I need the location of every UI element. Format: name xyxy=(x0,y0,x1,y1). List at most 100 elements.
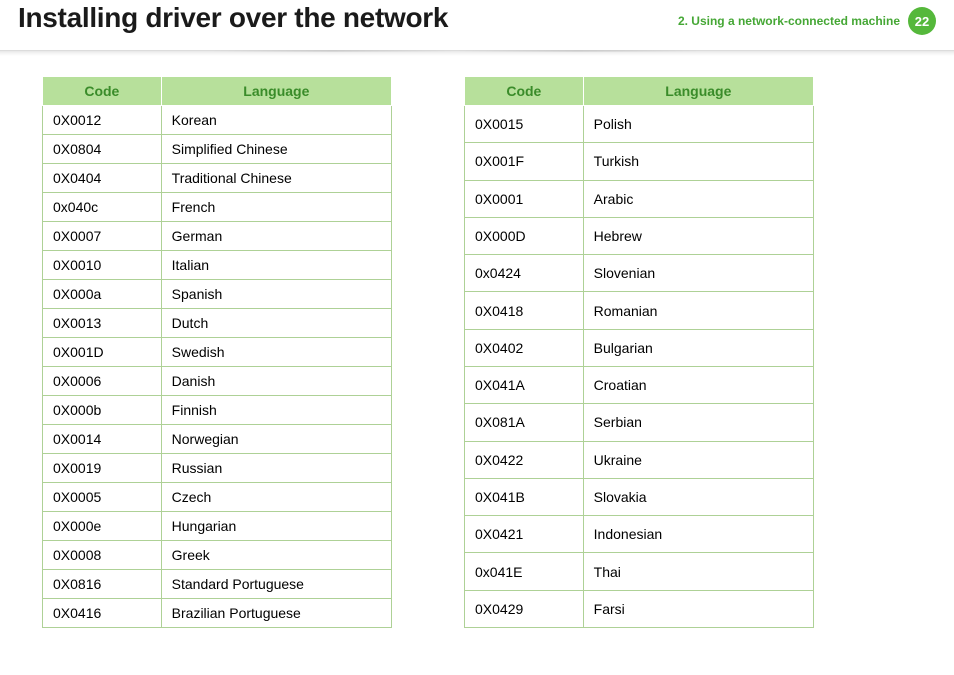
language-cell: Brazilian Portuguese xyxy=(161,599,391,628)
language-cell: Spanish xyxy=(161,280,391,309)
language-cell: Serbian xyxy=(583,404,813,441)
code-cell: 0X0005 xyxy=(43,483,162,512)
table-row: 0X000eHungarian xyxy=(43,512,392,541)
language-cell: Danish xyxy=(161,367,391,396)
table-row: 0X0804Simplified Chinese xyxy=(43,135,392,164)
table-row: 0X0005Czech xyxy=(43,483,392,512)
table-row: 0X001DSwedish xyxy=(43,338,392,367)
code-cell: 0X001F xyxy=(465,143,584,180)
table-row: 0X000aSpanish xyxy=(43,280,392,309)
code-cell: 0X0816 xyxy=(43,570,162,599)
header-separator xyxy=(0,50,954,56)
language-cell: Turkish xyxy=(583,143,813,180)
table-row: 0x0424Slovenian xyxy=(465,255,814,292)
language-cell: Czech xyxy=(161,483,391,512)
language-cell: Farsi xyxy=(583,590,813,627)
column-header-language: Language xyxy=(583,77,813,106)
language-cell: Hungarian xyxy=(161,512,391,541)
table-row: 0X0010Italian xyxy=(43,251,392,280)
table-row: 0X0019Russian xyxy=(43,454,392,483)
language-cell: Italian xyxy=(161,251,391,280)
table-row: 0X0013Dutch xyxy=(43,309,392,338)
language-cell: French xyxy=(161,193,391,222)
language-cell: Norwegian xyxy=(161,425,391,454)
language-code-table-right: Code Language 0X0015Polish0X001FTurkish0… xyxy=(464,76,814,628)
language-cell: Finnish xyxy=(161,396,391,425)
table-row: 0X0429Farsi xyxy=(465,590,814,627)
code-cell: 0X0804 xyxy=(43,135,162,164)
table-row: 0X041ACroatian xyxy=(465,366,814,403)
code-cell: 0X0429 xyxy=(465,590,584,627)
table-row: 0X0422Ukraine xyxy=(465,441,814,478)
page-header: Installing driver over the network 2. Us… xyxy=(0,0,954,50)
code-cell: 0X0013 xyxy=(43,309,162,338)
table-row: 0X0816Standard Portuguese xyxy=(43,570,392,599)
language-cell: Slovenian xyxy=(583,255,813,292)
table-row: 0X0008Greek xyxy=(43,541,392,570)
language-cell: Swedish xyxy=(161,338,391,367)
language-cell: Greek xyxy=(161,541,391,570)
content-area: Code Language 0X0012Korean0X0804Simplifi… xyxy=(0,76,954,628)
table-header-row: Code Language xyxy=(43,77,392,106)
language-cell: Polish xyxy=(583,106,813,143)
code-cell: 0X001D xyxy=(43,338,162,367)
code-cell: 0X0015 xyxy=(465,106,584,143)
table-row: 0X0014Norwegian xyxy=(43,425,392,454)
language-cell: Slovakia xyxy=(583,478,813,515)
language-cell: Ukraine xyxy=(583,441,813,478)
chapter-label: 2. Using a network-connected machine xyxy=(678,14,900,28)
language-cell: Traditional Chinese xyxy=(161,164,391,193)
column-header-language: Language xyxy=(161,77,391,106)
table-row: 0X0006Danish xyxy=(43,367,392,396)
language-cell: Croatian xyxy=(583,366,813,403)
language-cell: Standard Portuguese xyxy=(161,570,391,599)
language-cell: Indonesian xyxy=(583,516,813,553)
code-cell: 0x040c xyxy=(43,193,162,222)
code-cell: 0X041A xyxy=(465,366,584,403)
table-row: 0X0001Arabic xyxy=(465,180,814,217)
table-row: 0X0012Korean xyxy=(43,106,392,135)
language-cell: Thai xyxy=(583,553,813,590)
code-cell: 0X0418 xyxy=(465,292,584,329)
code-cell: 0X000D xyxy=(465,217,584,254)
table-row: 0X081ASerbian xyxy=(465,404,814,441)
code-cell: 0X0001 xyxy=(465,180,584,217)
code-cell: 0X0416 xyxy=(43,599,162,628)
table-row: 0X0402Bulgarian xyxy=(465,329,814,366)
language-cell: Dutch xyxy=(161,309,391,338)
table-row: 0X041BSlovakia xyxy=(465,478,814,515)
code-cell: 0X0012 xyxy=(43,106,162,135)
table-row: 0X0404Traditional Chinese xyxy=(43,164,392,193)
language-cell: Korean xyxy=(161,106,391,135)
table-row: 0X000DHebrew xyxy=(465,217,814,254)
code-cell: 0X041B xyxy=(465,478,584,515)
table-row: 0X0418Romanian xyxy=(465,292,814,329)
code-cell: 0X0404 xyxy=(43,164,162,193)
code-cell: 0X0006 xyxy=(43,367,162,396)
code-cell: 0X0010 xyxy=(43,251,162,280)
language-cell: Simplified Chinese xyxy=(161,135,391,164)
code-cell: 0X000b xyxy=(43,396,162,425)
code-cell: 0X0014 xyxy=(43,425,162,454)
language-cell: Russian xyxy=(161,454,391,483)
code-cell: 0X081A xyxy=(465,404,584,441)
table-row: 0x040cFrench xyxy=(43,193,392,222)
code-cell: 0X0402 xyxy=(465,329,584,366)
language-cell: German xyxy=(161,222,391,251)
table-row: 0X000bFinnish xyxy=(43,396,392,425)
table-row: 0X0416Brazilian Portuguese xyxy=(43,599,392,628)
code-cell: 0X0019 xyxy=(43,454,162,483)
code-cell: 0X0007 xyxy=(43,222,162,251)
language-cell: Bulgarian xyxy=(583,329,813,366)
table-row: 0X001FTurkish xyxy=(465,143,814,180)
language-code-table-left: Code Language 0X0012Korean0X0804Simplifi… xyxy=(42,76,392,628)
code-cell: 0X000a xyxy=(43,280,162,309)
table-row: 0X0015Polish xyxy=(465,106,814,143)
code-cell: 0X0422 xyxy=(465,441,584,478)
code-cell: 0X0008 xyxy=(43,541,162,570)
table-row: 0X0421Indonesian xyxy=(465,516,814,553)
column-header-code: Code xyxy=(465,77,584,106)
page-title: Installing driver over the network xyxy=(18,2,678,34)
language-cell: Romanian xyxy=(583,292,813,329)
column-header-code: Code xyxy=(43,77,162,106)
